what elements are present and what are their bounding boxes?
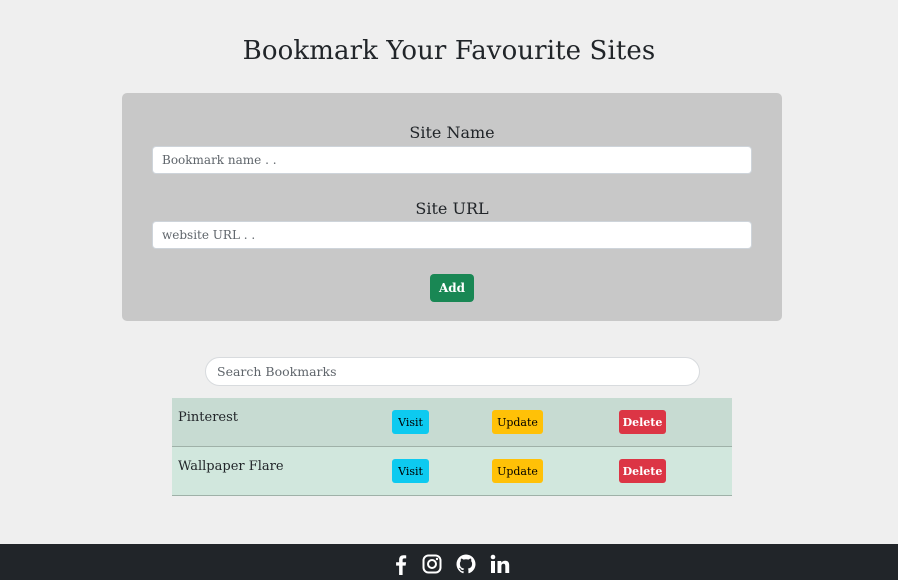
update-button[interactable]: Update [492, 459, 543, 483]
add-button[interactable]: Add [430, 274, 474, 302]
bookmark-name: Wallpaper Flare [178, 459, 284, 474]
delete-button[interactable]: Delete [619, 459, 666, 483]
bookmarks-table: Pinterest Visit Update Delete Wallpaper … [172, 398, 732, 496]
bookmark-name: Pinterest [178, 410, 238, 425]
site-name-input[interactable] [152, 146, 752, 174]
table-row: Wallpaper Flare Visit Update Delete [172, 447, 732, 496]
linkedin-icon[interactable] [489, 553, 511, 575]
site-url-label: Site URL [415, 199, 489, 218]
visit-button[interactable]: Visit [392, 410, 429, 434]
footer [0, 544, 898, 580]
site-url-input[interactable] [152, 221, 752, 249]
instagram-icon[interactable] [421, 553, 443, 575]
github-icon[interactable] [455, 553, 477, 575]
visit-button[interactable]: Visit [392, 459, 429, 483]
page-title: Bookmark Your Favourite Sites [242, 36, 656, 66]
bookmark-form: Site Name Site URL Add [122, 93, 782, 321]
delete-button[interactable]: Delete [619, 410, 666, 434]
page: Bookmark Your Favourite Sites Site Name … [0, 0, 898, 580]
table-row: Pinterest Visit Update Delete [172, 398, 732, 447]
site-name-label: Site Name [409, 123, 495, 142]
update-button[interactable]: Update [492, 410, 543, 434]
facebook-icon[interactable] [390, 553, 412, 575]
search-input[interactable] [205, 357, 700, 386]
